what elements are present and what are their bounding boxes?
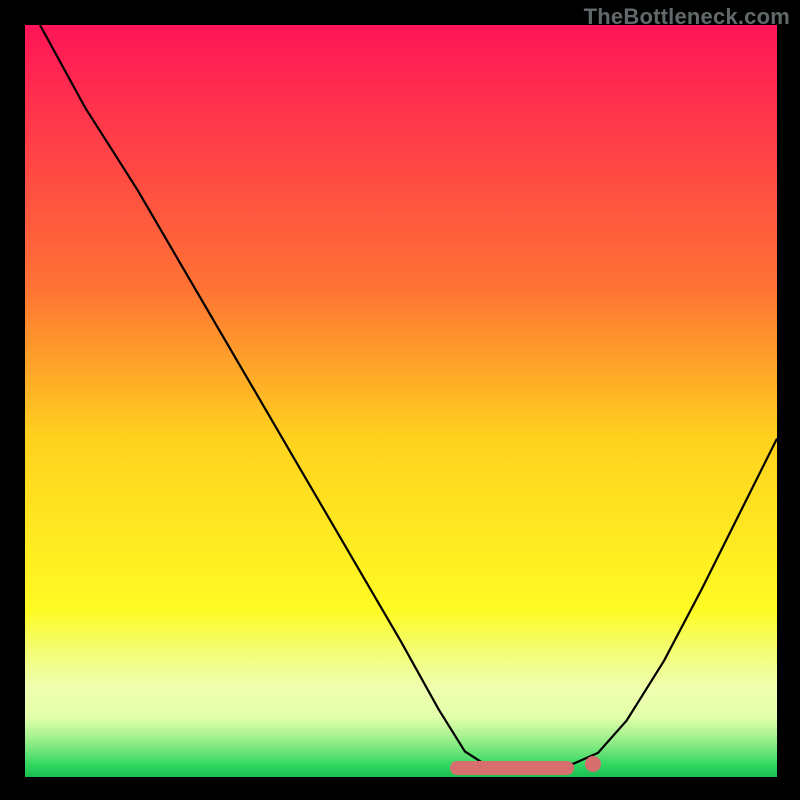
marker-dot <box>585 756 601 772</box>
chart-frame: TheBottleneck.com <box>0 0 800 800</box>
plot-area <box>25 25 777 777</box>
optimal-range-bar <box>450 761 574 775</box>
bottleneck-curve <box>25 25 777 777</box>
